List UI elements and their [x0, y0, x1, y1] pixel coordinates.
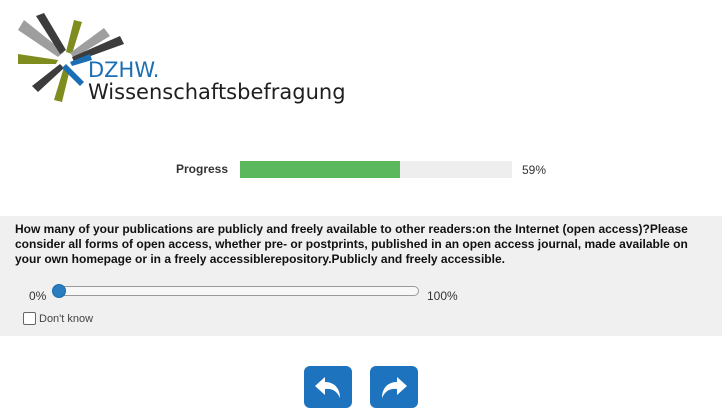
question-panel: How many of your publications are public… — [0, 216, 722, 336]
progress-label: Progress — [176, 162, 229, 176]
dzhw-logo: DZHW. Wissenschaftsbefragung — [14, 10, 346, 110]
progress-bar-track — [240, 161, 512, 178]
progress-indicator: Progress 59% — [0, 160, 722, 180]
back-button[interactable] — [304, 366, 352, 408]
progress-bar-fill — [240, 161, 401, 178]
survey-page: DZHW. Wissenschaftsbefragung Progress 59… — [0, 0, 722, 420]
percentage-slider-track[interactable] — [54, 286, 419, 296]
next-button[interactable] — [370, 366, 418, 408]
logo-subtitle: Wissenschaftsbefragung — [88, 80, 346, 104]
logo-brand-text: DZHW. — [88, 58, 160, 82]
dont-know-label[interactable]: Don't know — [39, 313, 93, 325]
question-text: How many of your publications are public… — [15, 222, 688, 266]
back-arrow-icon — [315, 377, 340, 398]
progress-value: 59% — [522, 163, 547, 177]
dont-know-checkbox[interactable] — [23, 312, 36, 325]
forward-arrow-icon — [382, 377, 407, 398]
slider-max-label: 100% — [427, 289, 458, 303]
percentage-slider-thumb[interactable] — [52, 284, 66, 298]
slider-min-label: 0% — [29, 289, 47, 303]
